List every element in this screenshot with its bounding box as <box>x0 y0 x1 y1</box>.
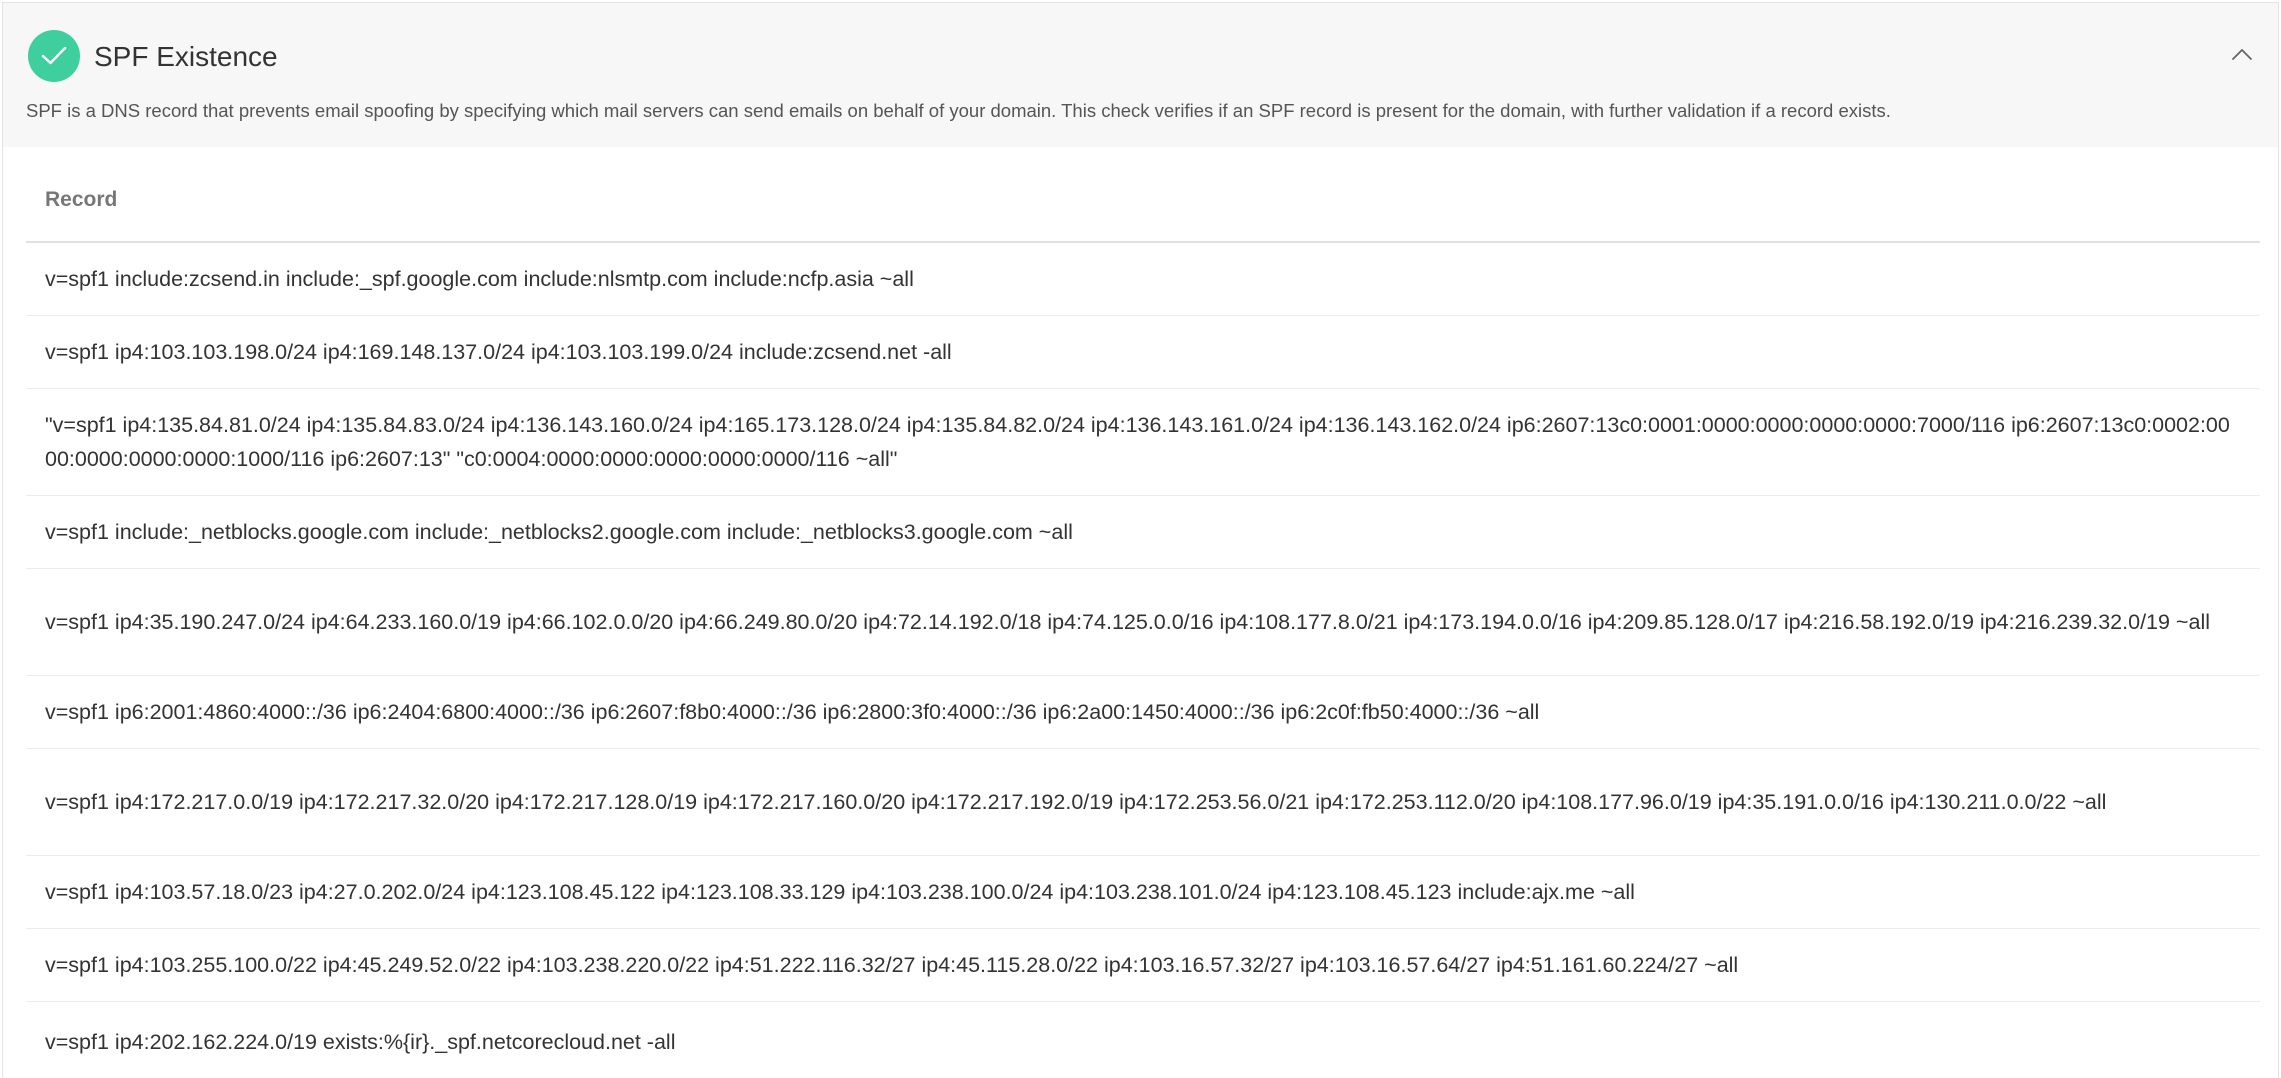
spf-records-table: Record v=spf1 include:zcsend.in include:… <box>26 147 2260 1078</box>
panel-header[interactable]: SPF Existence SPF is a DNS record that p… <box>3 3 2278 147</box>
record-cell: v=spf1 include:zcsend.in include:_spf.go… <box>45 267 914 291</box>
record-cell: v=spf1 ip4:103.57.18.0/23 ip4:27.0.202.0… <box>45 880 1635 904</box>
column-header-record: Record <box>45 188 118 211</box>
record-cell: v=spf1 ip6:2001:4860:4000::/36 ip6:2404:… <box>45 700 1540 724</box>
check-description: SPF is a DNS record that prevents email … <box>26 100 1891 121</box>
table-row: v=spf1 ip6:2001:4860:4000::/36 ip6:2404:… <box>26 676 2260 749</box>
record-cell: "v=spf1 ip4:135.84.81.0/24 ip4:135.84.83… <box>45 413 2230 471</box>
record-cell: v=spf1 ip4:35.190.247.0/24 ip4:64.233.16… <box>45 610 2211 634</box>
table-row: v=spf1 ip4:103.103.198.0/24 ip4:169.148.… <box>26 316 2260 389</box>
table-row: v=spf1 ip4:103.57.18.0/23 ip4:27.0.202.0… <box>26 856 2260 929</box>
table-row: v=spf1 ip4:35.190.247.0/24 ip4:64.233.16… <box>26 569 2260 676</box>
table-header: Record <box>26 147 2260 243</box>
chevron-up-icon[interactable] <box>2228 43 2256 65</box>
record-cell: v=spf1 ip4:172.217.0.0/19 ip4:172.217.32… <box>45 790 2107 814</box>
panel-title: SPF Existence <box>94 41 278 72</box>
record-cell: v=spf1 ip4:103.255.100.0/22 ip4:45.249.5… <box>45 953 1739 977</box>
spf-existence-panel: SPF Existence SPF is a DNS record that p… <box>2 2 2279 1078</box>
record-cell: v=spf1 ip4:103.103.198.0/24 ip4:169.148.… <box>45 340 952 364</box>
record-cell: v=spf1 include:_netblocks.google.com inc… <box>45 520 1073 544</box>
table-row: v=spf1 include:zcsend.in include:_spf.go… <box>26 243 2260 316</box>
table-row: v=spf1 include:_netblocks.google.com inc… <box>26 496 2260 569</box>
table-row: v=spf1 ip4:202.162.224.0/19 exists:%{ir}… <box>26 1002 2260 1078</box>
record-cell: v=spf1 ip4:202.162.224.0/19 exists:%{ir}… <box>45 1030 676 1054</box>
table-row: "v=spf1 ip4:135.84.81.0/24 ip4:135.84.83… <box>26 389 2260 496</box>
checkmark-icon <box>28 30 80 82</box>
table-row: v=spf1 ip4:172.217.0.0/19 ip4:172.217.32… <box>26 749 2260 856</box>
table-row: v=spf1 ip4:103.255.100.0/22 ip4:45.249.5… <box>26 929 2260 1002</box>
